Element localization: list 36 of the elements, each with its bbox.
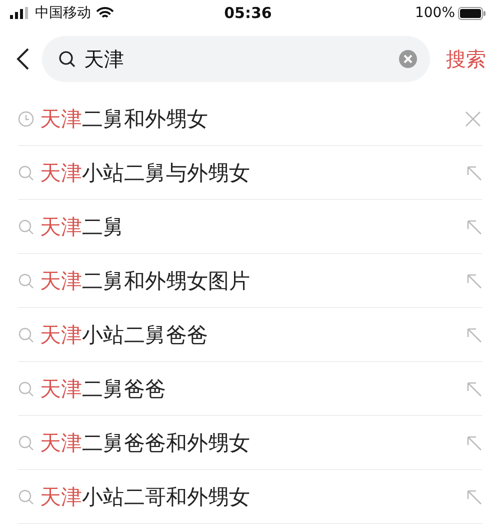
wifi-icon	[96, 6, 114, 20]
clock-time: 05:36	[224, 4, 272, 22]
search-icon	[18, 272, 34, 288]
search-field[interactable]: 天津	[42, 36, 430, 82]
suggestion-item[interactable]: 天津二舅爸爸和外甥女	[40, 428, 460, 456]
search-icon	[18, 164, 34, 180]
delete-button[interactable]	[464, 110, 482, 128]
signal-icon	[10, 7, 30, 19]
battery-icon	[458, 6, 486, 20]
carrier-name: 中国移动	[35, 4, 91, 22]
fill-arrow-button[interactable]	[466, 218, 482, 234]
search-icon	[58, 50, 76, 68]
search-icon	[18, 380, 34, 396]
suggestion-item[interactable]: 天津小站二哥和外甥女	[40, 482, 460, 510]
fill-arrow-button[interactable]	[466, 164, 482, 180]
suggestion-item[interactable]: 天津二舅爸爸	[40, 374, 460, 402]
search-icon	[18, 326, 34, 342]
history-item[interactable]: 天津二舅和外甥女	[40, 104, 458, 132]
fill-arrow-button[interactable]	[466, 272, 482, 288]
search-input[interactable]: 天津	[84, 47, 390, 71]
fill-arrow-button[interactable]	[466, 380, 482, 396]
search-button[interactable]: 搜索	[442, 46, 490, 72]
battery-percent: 100%	[414, 5, 456, 21]
suggestion-item[interactable]: 天津二舅和外甥女图片	[40, 266, 460, 294]
suggestion-item[interactable]: 天津小站二舅爸爸	[40, 320, 460, 348]
suggestion-item[interactable]: 天津二舅	[40, 212, 460, 240]
back-button[interactable]	[16, 47, 30, 71]
search-icon	[18, 434, 34, 450]
clock-icon	[18, 110, 34, 126]
search-icon	[18, 488, 34, 504]
fill-arrow-button[interactable]	[466, 488, 482, 504]
search-icon	[18, 218, 34, 234]
fill-arrow-button[interactable]	[466, 326, 482, 342]
suggestion-item[interactable]: 天津小站二舅与外甥女	[40, 158, 460, 186]
clear-button[interactable]	[398, 49, 418, 69]
fill-arrow-button[interactable]	[466, 434, 482, 450]
